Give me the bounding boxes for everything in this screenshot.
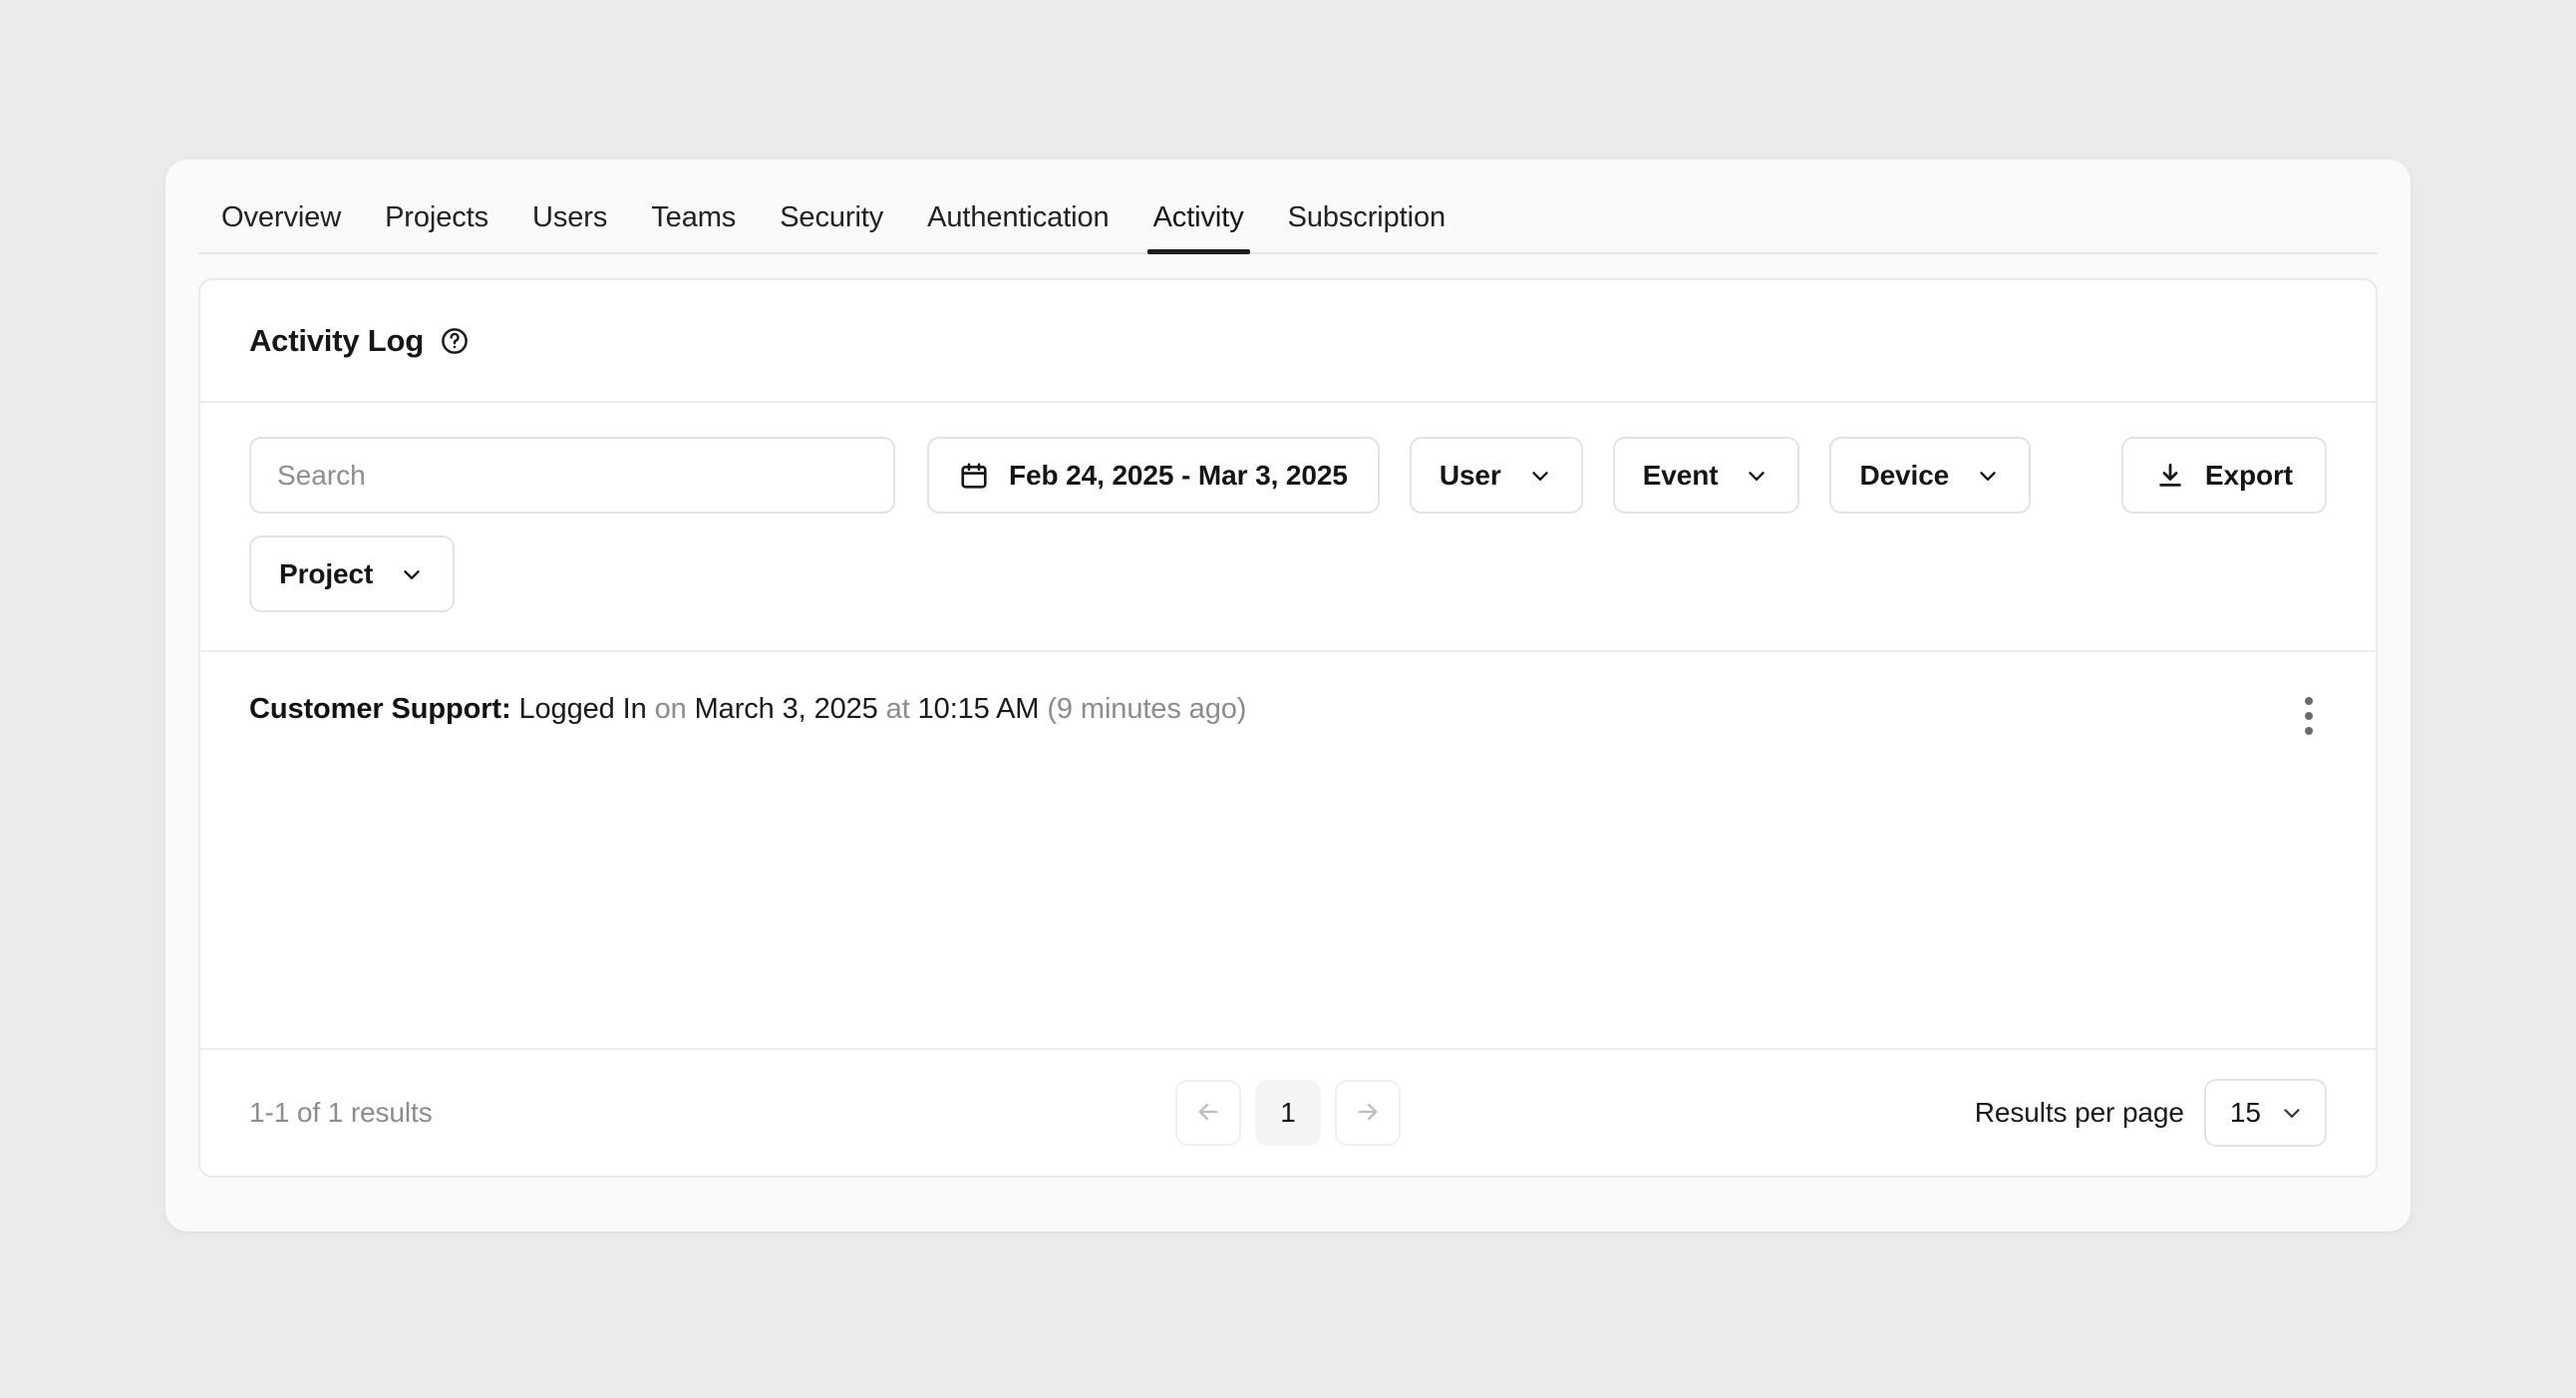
download-icon <box>2155 461 2185 491</box>
arrow-right-icon <box>1354 1098 1382 1129</box>
log-entry-time: 10:15 AM <box>917 693 1040 725</box>
page-title: Activity Log <box>249 322 425 358</box>
card-header: Activity Log <box>200 280 2376 403</box>
log-entry-text: Customer Support: Logged In on March 3, … <box>249 690 1246 729</box>
tab-projects[interactable]: Projects <box>363 203 510 254</box>
pagination-footer: 1-1 of 1 results 1 Results per page 15 <box>200 1048 2376 1176</box>
chevron-down-icon <box>1975 463 2001 489</box>
project-filter-dropdown[interactable]: Project <box>249 535 456 612</box>
filter-row-secondary: Project <box>249 535 2327 612</box>
log-entry-actor: Customer Support: <box>249 693 511 725</box>
arrow-left-icon <box>1194 1098 1222 1129</box>
activity-log-card: Activity Log Search Feb 24, 2025 - Mar 3… <box>198 278 2378 1178</box>
results-per-page-value: 15 <box>2229 1097 2261 1128</box>
results-per-page-label: Results per page <box>1974 1097 2184 1128</box>
date-range-picker[interactable]: Feb 24, 2025 - Mar 3, 2025 <box>927 437 1380 514</box>
user-filter-dropdown[interactable]: User <box>1409 437 1583 514</box>
log-entry-relative-time: (9 minutes ago) <box>1047 693 1247 725</box>
help-circle-icon[interactable] <box>440 326 470 356</box>
user-filter-label: User <box>1439 459 1501 491</box>
date-range-label: Feb 24, 2025 - Mar 3, 2025 <box>1009 459 1348 491</box>
event-filter-dropdown[interactable]: Event <box>1612 437 1800 514</box>
tab-users[interactable]: Users <box>510 203 629 254</box>
filter-row-primary: Feb 24, 2025 - Mar 3, 2025 User Event De… <box>249 437 2327 514</box>
chevron-down-icon <box>399 561 425 587</box>
log-entry-on-word: on <box>654 693 687 725</box>
results-per-page: Results per page 15 <box>1975 1079 2327 1147</box>
activity-log-list: Customer Support: Logged In on March 3, … <box>200 652 2376 1048</box>
tab-teams[interactable]: Teams <box>629 203 758 254</box>
tab-security[interactable]: Security <box>758 203 905 254</box>
export-label: Export <box>2204 459 2293 491</box>
event-filter-label: Event <box>1642 459 1719 491</box>
export-button[interactable]: Export <box>2120 437 2327 514</box>
filter-bar: Feb 24, 2025 - Mar 3, 2025 User Event De… <box>200 403 2376 652</box>
pagination-controls: 1 <box>1175 1080 1401 1146</box>
search-input[interactable] <box>249 437 895 514</box>
log-entry-date: March 3, 2025 <box>694 693 878 725</box>
kebab-menu-icon[interactable] <box>2285 692 2333 740</box>
device-filter-label: Device <box>1859 459 1950 491</box>
next-page-button[interactable] <box>1335 1080 1401 1146</box>
device-filter-dropdown[interactable]: Device <box>1829 437 2032 514</box>
project-filter-label: Project <box>279 557 374 589</box>
log-entry-action: Logged In <box>518 693 647 725</box>
tab-authentication[interactable]: Authentication <box>905 203 1130 254</box>
tab-activity[interactable]: Activity <box>1131 203 1266 254</box>
previous-page-button[interactable] <box>1175 1080 1241 1146</box>
results-count: 1-1 of 1 results <box>249 1097 433 1128</box>
log-entry-at-word: at <box>885 693 910 725</box>
chevron-down-icon <box>2279 1100 2305 1126</box>
tab-subscription[interactable]: Subscription <box>1266 203 1467 254</box>
settings-panel: Overview Projects Users Teams Security A… <box>165 160 2411 1231</box>
results-per-page-select[interactable]: 15 <box>2203 1079 2327 1147</box>
chevron-down-icon <box>1744 463 1770 489</box>
list-item[interactable]: Customer Support: Logged In on March 3, … <box>200 652 2376 740</box>
tab-overview[interactable]: Overview <box>199 203 363 254</box>
chevron-down-icon <box>1527 463 1553 489</box>
calendar-icon <box>959 461 989 491</box>
page-number-1[interactable]: 1 <box>1255 1080 1321 1146</box>
settings-tabbar: Overview Projects Users Teams Security A… <box>165 160 2411 254</box>
